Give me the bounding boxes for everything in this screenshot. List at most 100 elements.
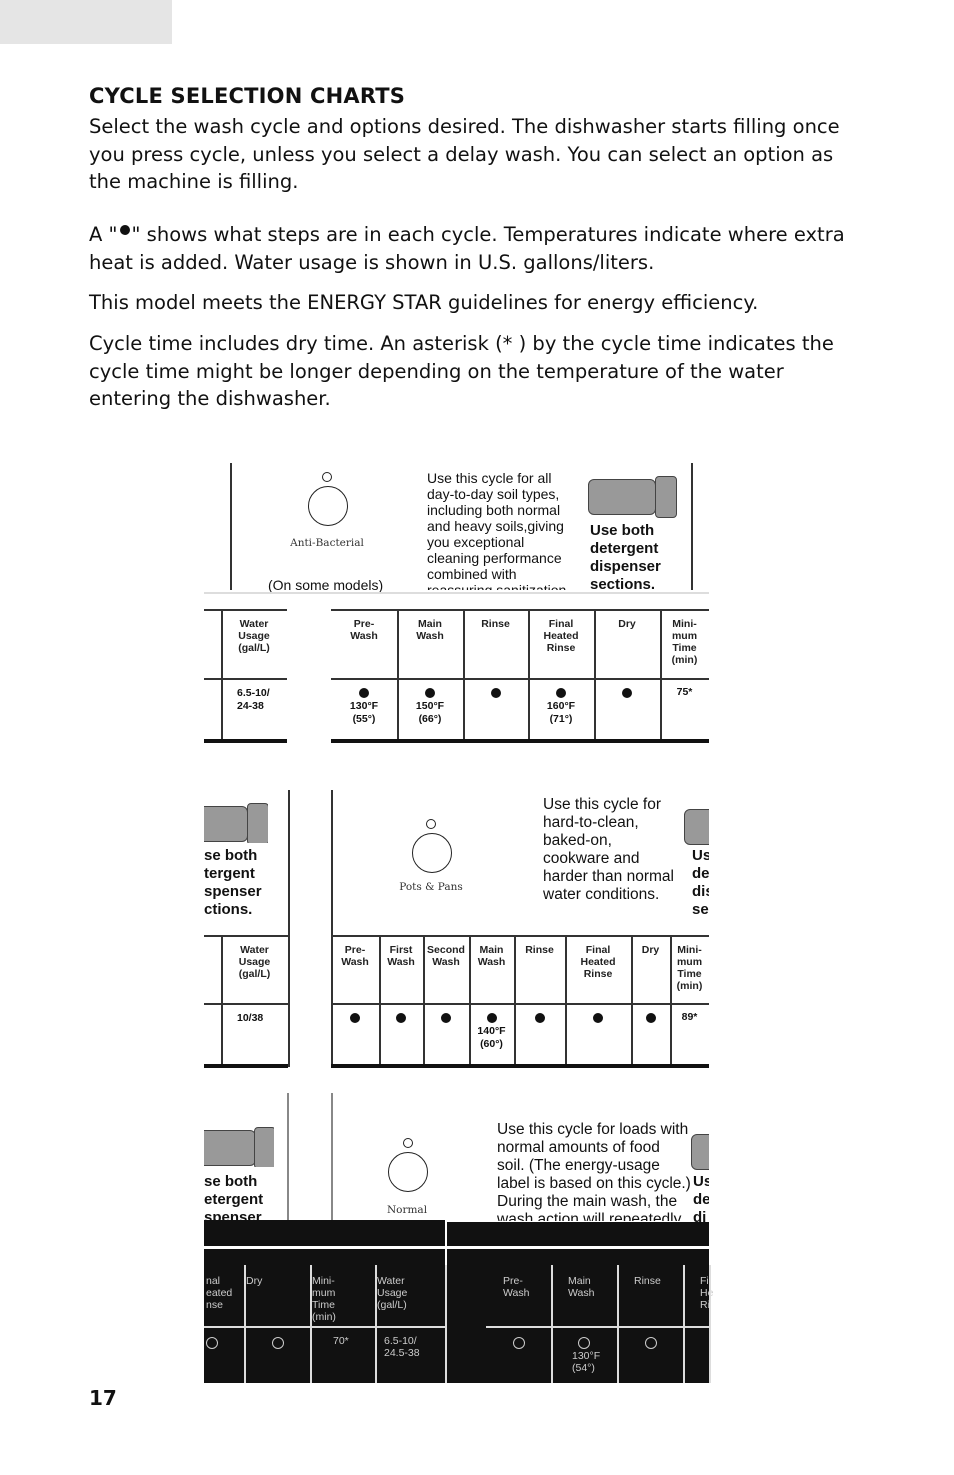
step-header: Final Heated Rinse — [543, 618, 579, 654]
step-temperature: 130°F (54°) — [572, 1350, 601, 1374]
cycle-name: Pots & Pans — [399, 881, 463, 893]
step-header: Main Wash — [477, 944, 506, 968]
para-prefix: A " — [89, 223, 118, 246]
step-included-dot-icon — [593, 1013, 603, 1023]
water-usage-value: 6.5-10/ 24-38 — [237, 687, 270, 712]
step-included-dot-icon — [425, 688, 435, 698]
cycle-description: Use this cycle for hard-to-clean, baked-… — [543, 796, 674, 903]
detergent-bottle-icon — [204, 1127, 274, 1167]
minimum-time-value: 89* — [681, 1011, 698, 1023]
detergent-bottle-icon — [204, 803, 268, 843]
table-divider — [617, 1265, 619, 1383]
intro-paragraph: Select the wash cycle and options desire… — [89, 115, 840, 193]
cycle-name: Anti-Bacterial — [290, 537, 364, 549]
step-header: Pre- Wash — [350, 618, 378, 642]
step-header: Main Wash — [568, 1275, 595, 1299]
page-title: CYCLE SELECTION CHARTS — [89, 84, 406, 108]
step-included-dot-icon — [206, 1337, 218, 1349]
water-usage-value: 6.5-10/ 24.5-38 — [384, 1335, 420, 1359]
water-usage-value: 10/38 — [237, 1012, 264, 1024]
detergent-instruction-right: Us de di — [693, 1173, 709, 1223]
dot-legend-paragraph: A " " shows what steps are in each cycle.… — [89, 221, 869, 276]
para-text: " shows what steps are in each cycle. Te… — [89, 223, 845, 274]
bullet-dot-icon — [119, 225, 130, 235]
cycle-dial-icon — [388, 1152, 428, 1192]
step-header: Rinse — [525, 944, 554, 956]
step-temperature: 150°F (66°) — [415, 700, 445, 725]
table-divider — [683, 1265, 685, 1383]
step-included-dot-icon — [490, 688, 501, 698]
table-bottom-rule — [331, 1064, 709, 1068]
step-included-dot-icon — [534, 1013, 545, 1023]
minimum-time-value: 75* — [676, 686, 693, 698]
step-header: Dry — [246, 1275, 263, 1287]
detergent-bottle-icon — [588, 476, 678, 518]
cycle-description: Use this cycle for all day-to-day soil t… — [427, 470, 567, 590]
step-temperature: 130°F (55°) — [349, 700, 379, 725]
cycle-note: (On some models) — [268, 577, 384, 593]
table-divider — [551, 1265, 553, 1383]
dial-indicator-icon — [403, 1138, 413, 1148]
step-included-dot-icon — [645, 1337, 657, 1349]
step-header: Mini- mum Time (min) — [312, 1275, 336, 1323]
table-rule — [204, 1326, 445, 1328]
table-bottom-rule — [331, 739, 709, 743]
step-included-dot-icon — [359, 688, 369, 698]
detergent-bottle-icon — [691, 1131, 709, 1171]
step-included-dot-icon — [486, 1013, 497, 1023]
page-number: 17 — [89, 1386, 117, 1410]
table-rule — [331, 1003, 709, 1005]
cycle-description: Use this cycle for loads with normal amo… — [497, 1121, 691, 1221]
step-header: Fi He Ri — [700, 1275, 714, 1311]
energy-star-paragraph: This model meets the ENERGY STAR guideli… — [89, 291, 759, 314]
table-rule — [204, 935, 288, 937]
dial-indicator-icon — [426, 819, 436, 829]
table-divider — [445, 1265, 447, 1383]
cycle-name: Normal — [386, 1204, 428, 1216]
step-header: Final Heated Rinse — [580, 944, 616, 980]
table-rule — [331, 609, 709, 611]
detergent-instruction: Use both detergent dispenser sections. — [590, 522, 661, 592]
detergent-instruction: se both tergent spenser ctions. — [204, 847, 262, 918]
minimum-time-value: 70* — [333, 1335, 349, 1347]
step-header: nal eated nse — [206, 1275, 233, 1311]
step-header: Dry — [641, 944, 660, 956]
step-included-dot-icon — [513, 1337, 525, 1349]
step-header: First Wash — [387, 944, 415, 968]
step-included-dot-icon — [622, 688, 632, 698]
step-header: Rinse — [481, 618, 510, 630]
step-header: Dry — [618, 618, 636, 630]
step-included-dot-icon — [556, 688, 566, 698]
detergent-instruction-right: Us de dis se — [692, 847, 709, 918]
step-header: Mini- mum Time (min) — [671, 618, 698, 666]
dial-indicator-icon — [322, 472, 332, 482]
step-included-dot-icon — [441, 1013, 451, 1023]
header-tab — [0, 0, 172, 44]
table-rule — [331, 678, 709, 680]
step-included-dot-icon — [350, 1013, 360, 1023]
table-rule — [331, 935, 709, 937]
step-included-dot-icon — [578, 1337, 590, 1349]
table-rule — [204, 1003, 288, 1005]
step-temperature: 160°F (71°) — [546, 700, 576, 725]
step-header: Main Wash — [416, 618, 444, 642]
detergent-instruction: se both etergent spenser — [204, 1173, 264, 1223]
table-rule — [204, 609, 287, 611]
step-included-dot-icon — [272, 1337, 284, 1349]
step-header: Rinse — [634, 1275, 661, 1287]
cycle-dial-icon — [308, 486, 348, 526]
detergent-bottle-icon — [684, 806, 709, 846]
step-header: Mini- mum Time (min) — [676, 944, 703, 992]
step-included-dot-icon — [396, 1013, 406, 1023]
table-rule — [486, 1326, 709, 1328]
water-usage-header: Water Usage (gal/L) — [238, 618, 270, 654]
water-usage-header: Water Usage (gal/L) — [238, 944, 271, 980]
step-temperature: 140°F (60°) — [477, 1025, 506, 1050]
cycle-time-paragraph: Cycle time includes dry time. An asteris… — [89, 332, 834, 410]
step-header: Pre- Wash — [341, 944, 369, 968]
table-bottom-rule — [204, 1064, 288, 1068]
cycle-dial-icon — [412, 833, 452, 873]
step-header: Water Usage (gal/L) — [377, 1275, 408, 1311]
step-header: Second Wash — [427, 944, 465, 968]
table-rule — [204, 678, 287, 680]
